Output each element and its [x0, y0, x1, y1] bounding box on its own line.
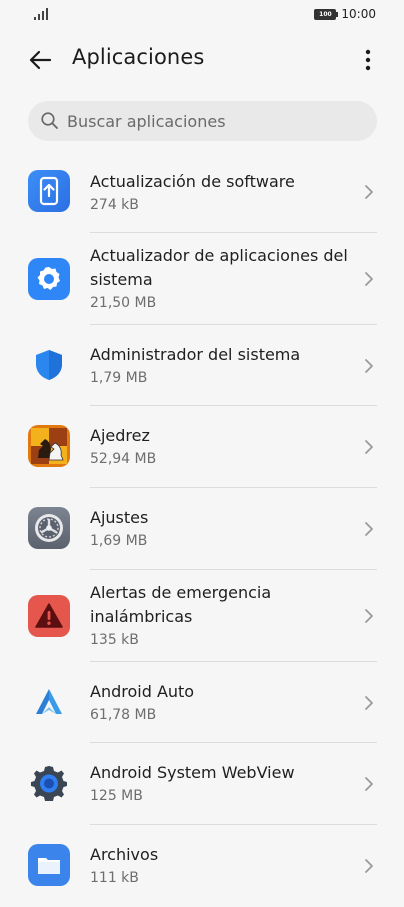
more-vertical-icon[interactable]: [356, 46, 380, 74]
chevron-right-icon: [365, 272, 373, 286]
chevron-right-icon: [365, 440, 373, 454]
app-name: Actualización de software: [90, 172, 295, 191]
app-name: Android Auto: [90, 682, 195, 701]
clock: 10:00: [341, 7, 376, 21]
app-size: 125 MB: [90, 788, 143, 804]
app-size: 111 kB: [90, 870, 139, 886]
app-row-system-manager[interactable]: Administrador del sistema 1,79 MB: [0, 325, 404, 406]
chevron-right-icon: [365, 777, 373, 791]
app-text: Administrador del sistema 1,79 MB: [90, 343, 360, 389]
app-name: Ajustes: [90, 508, 149, 527]
app-text: Alertas de emergencia inalámbricas 135 k…: [90, 581, 360, 651]
app-size: 61,78 MB: [90, 707, 157, 723]
app-bar: Aplicaciones: [0, 34, 404, 86]
app-size: 135 kB: [90, 632, 139, 648]
app-size: 1,69 MB: [90, 533, 148, 549]
app-row-android-auto[interactable]: Android Auto 61,78 MB: [0, 662, 404, 743]
app-name: Ajedrez: [90, 426, 150, 445]
app-size: 274 kB: [90, 197, 139, 213]
chess-icon: [28, 425, 70, 467]
search-input[interactable]: [67, 109, 357, 133]
webview-gear-icon: [28, 762, 70, 804]
chevron-right-icon: [365, 859, 373, 873]
app-text: Android Auto 61,78 MB: [90, 680, 360, 726]
chevron-right-icon: [365, 696, 373, 710]
app-text: Actualizador de aplicaciones del sistema…: [90, 244, 360, 314]
chevron-right-icon: [365, 609, 373, 623]
battery-icon: 100: [314, 8, 339, 20]
app-name: Alertas de emergencia inalámbricas: [90, 583, 272, 626]
app-row-files[interactable]: Archivos 111 kB: [0, 825, 404, 907]
arrow-left-icon[interactable]: [26, 46, 54, 74]
signal-icon: [34, 8, 48, 20]
search-bar[interactable]: [28, 101, 377, 141]
app-size: 1,79 MB: [90, 370, 148, 386]
emergency-alert-icon: [28, 595, 70, 637]
status-right: 100 10:00: [314, 7, 376, 21]
app-row-software-update[interactable]: Actualización de software 274 kB: [0, 151, 404, 233]
app-row-webview[interactable]: Android System WebView 125 MB: [0, 743, 404, 825]
app-name: Android System WebView: [90, 763, 295, 782]
folder-icon: [28, 844, 70, 886]
app-row-system-app-updater[interactable]: Actualizador de aplicaciones del sistema…: [0, 233, 404, 325]
app-list: Actualización de software 274 kB Actuali…: [0, 151, 404, 907]
app-name: Administrador del sistema: [90, 345, 301, 364]
app-name: Archivos: [90, 845, 159, 864]
chevron-right-icon: [365, 522, 373, 536]
app-name: Actualizador de aplicaciones del sistema: [90, 246, 348, 289]
page-title: Aplicaciones: [72, 45, 205, 69]
chevron-right-icon: [365, 185, 373, 199]
shield-icon: [28, 344, 70, 386]
system-app-updater-icon: [28, 258, 70, 300]
app-size: 52,94 MB: [90, 451, 157, 467]
status-bar: 100 10:00: [0, 0, 404, 30]
app-row-chess[interactable]: Ajedrez 52,94 MB: [0, 406, 404, 488]
app-text: Actualización de software 274 kB: [90, 170, 360, 216]
settings-icon: [28, 507, 70, 549]
app-text: Android System WebView 125 MB: [90, 761, 360, 807]
app-row-settings[interactable]: Ajustes 1,69 MB: [0, 488, 404, 570]
software-update-icon: [28, 170, 70, 212]
search-icon: [41, 112, 58, 129]
app-text: Ajedrez 52,94 MB: [90, 424, 360, 470]
app-text: Archivos 111 kB: [90, 843, 360, 889]
app-row-emergency-alerts[interactable]: Alertas de emergencia inalámbricas 135 k…: [0, 570, 404, 662]
app-text: Ajustes 1,69 MB: [90, 506, 360, 552]
app-size: 21,50 MB: [90, 295, 157, 311]
chevron-right-icon: [365, 359, 373, 373]
android-auto-icon: [28, 681, 70, 723]
